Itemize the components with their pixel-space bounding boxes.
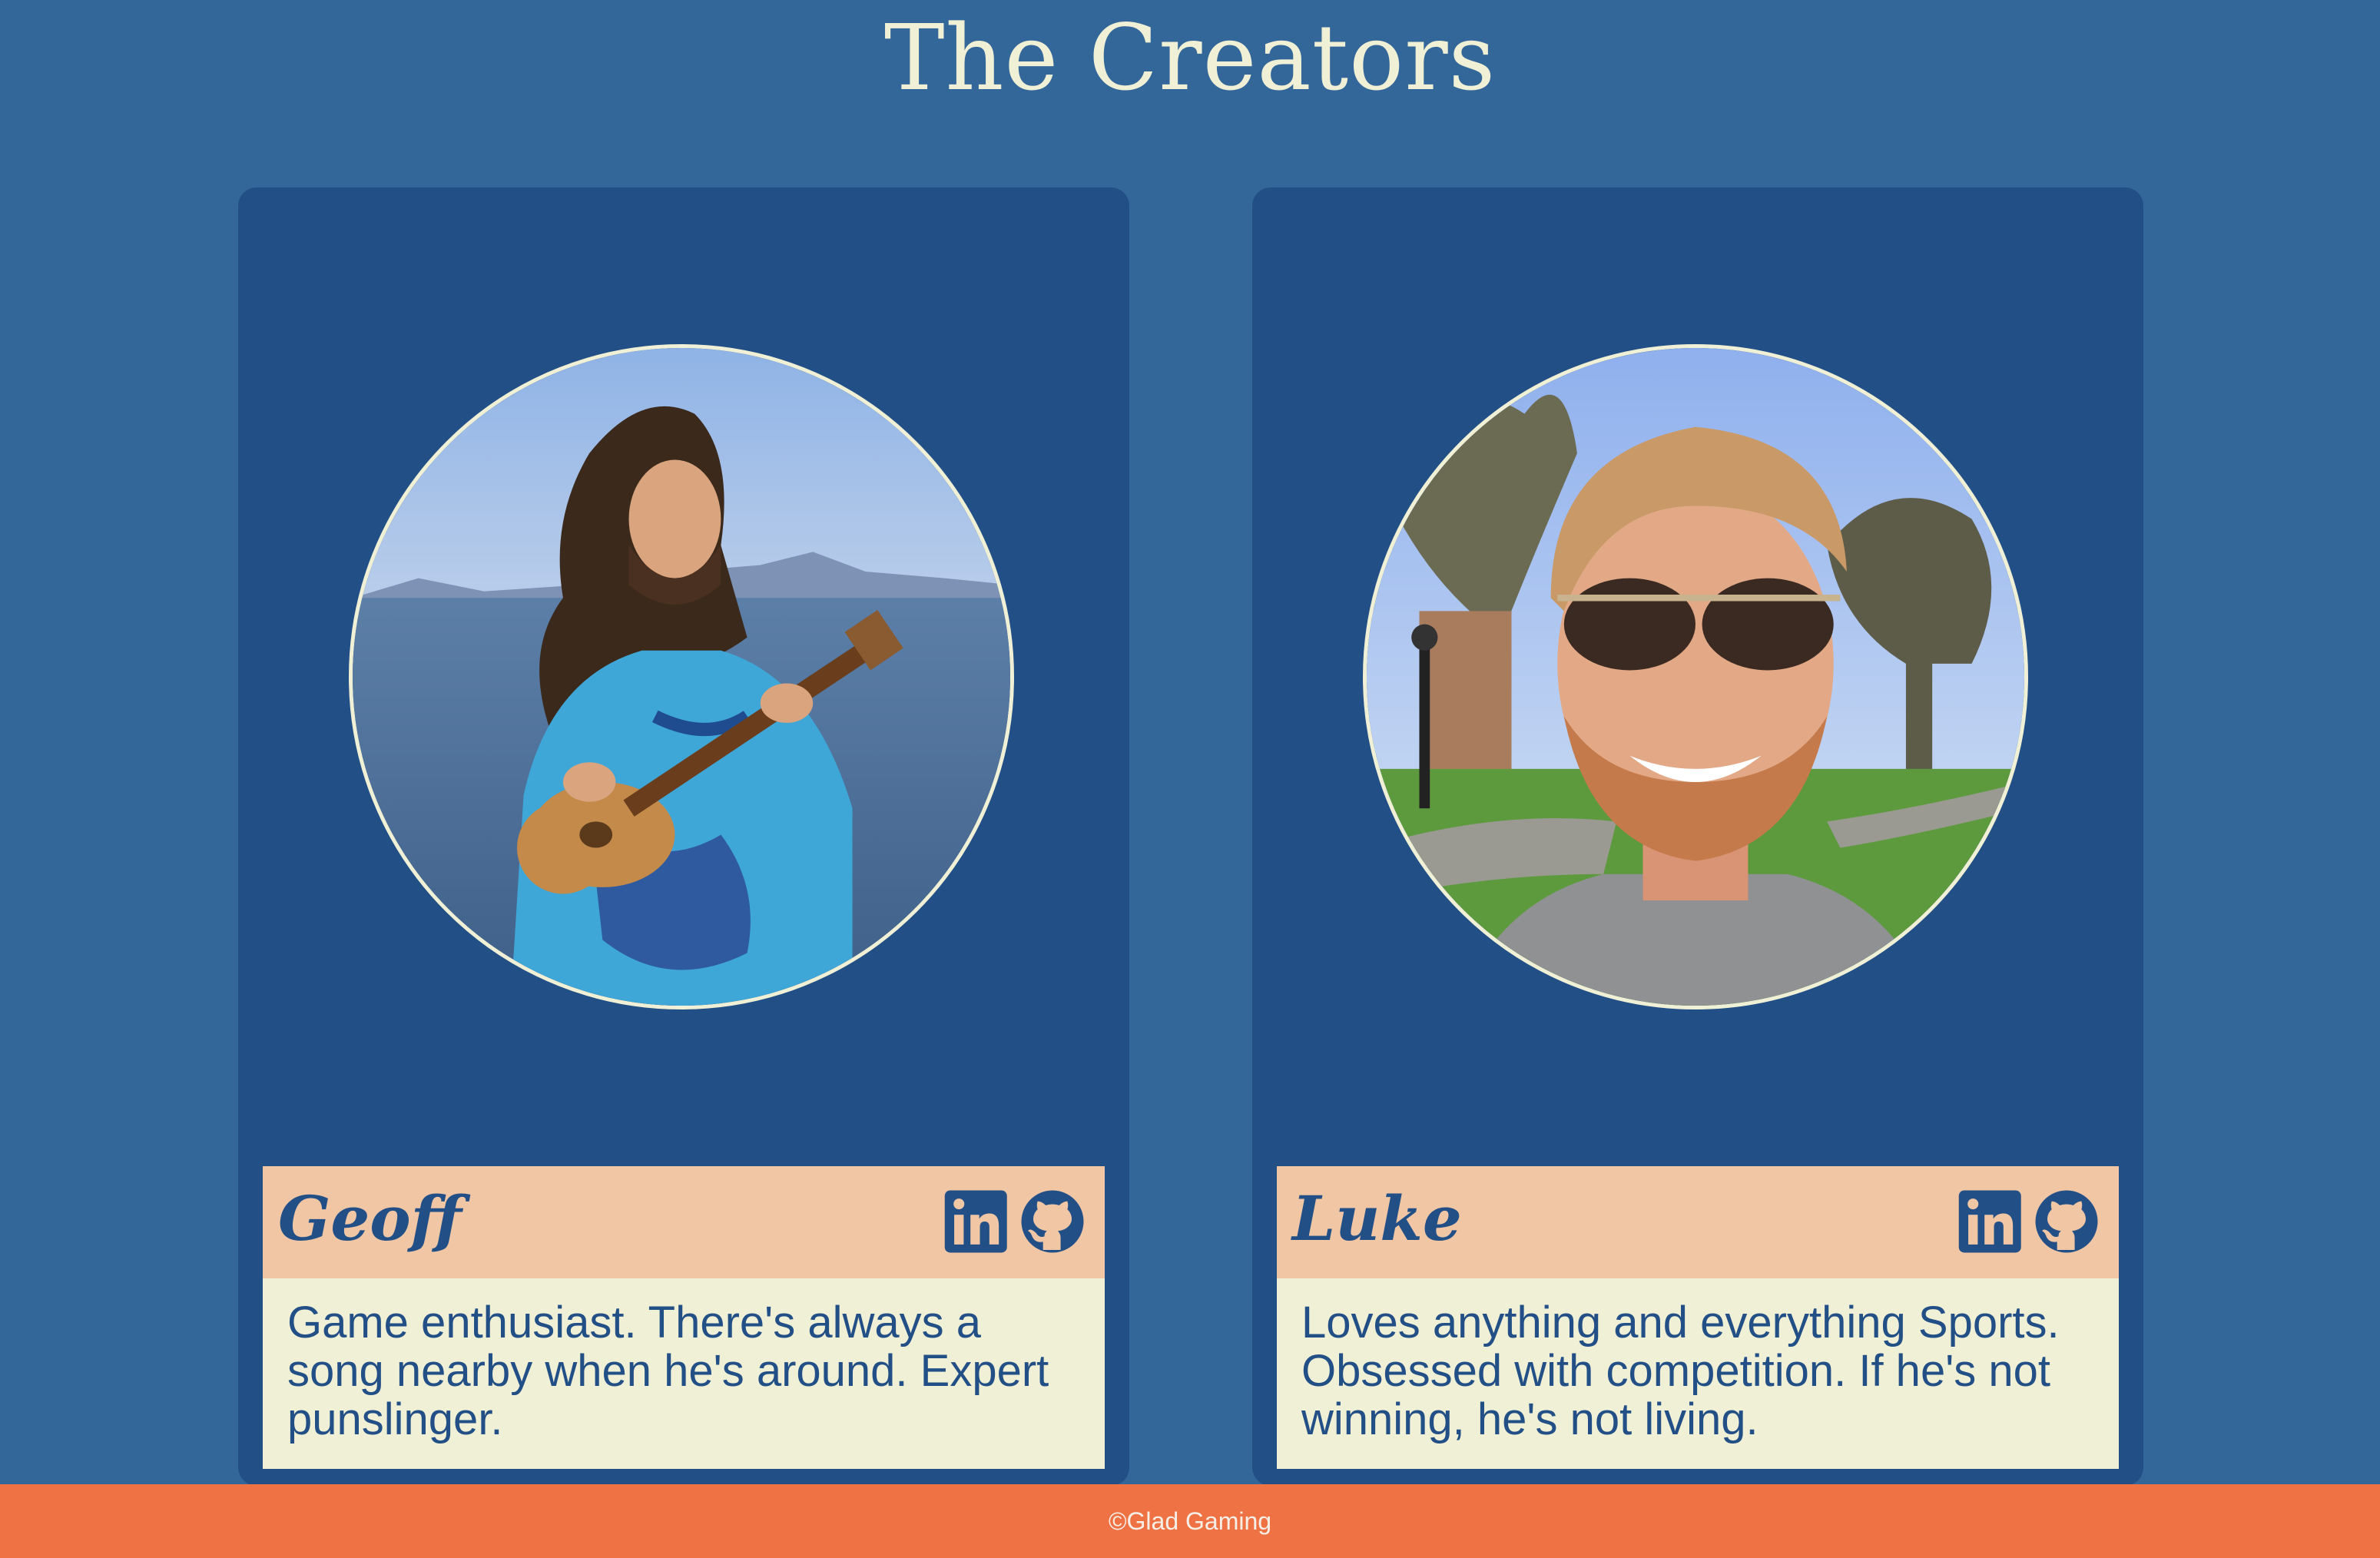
creator-name: Luke — [1292, 1182, 1462, 1255]
creator-card-geoff: Geoff Game enthusiast. There's always a … — [238, 187, 1129, 1486]
linkedin-icon[interactable] — [1957, 1188, 2025, 1255]
creator-photo-geoff — [349, 344, 1014, 1009]
footer-copyright: ©Glad Gaming — [1108, 1507, 1272, 1535]
social-links — [1957, 1188, 2100, 1255]
creator-bio: Loves anything and everything Sports. Ob… — [1277, 1278, 2119, 1469]
page-title: The Creators — [883, 5, 1497, 111]
social-links — [943, 1188, 1086, 1255]
footer: ©Glad Gaming — [0, 1484, 2380, 1558]
page: The Creators Geoff Game enthusiast. Ther… — [0, 0, 2380, 1558]
creator-card-luke: Luke Loves anything and everything Sport… — [1252, 187, 2143, 1486]
creator-name: Geoff — [278, 1182, 462, 1255]
github-icon[interactable] — [2033, 1188, 2100, 1255]
creator-bio: Game enthusiast. There's always a song n… — [263, 1278, 1105, 1469]
creator-photo-luke — [1363, 344, 2028, 1009]
creator-name-bar: Geoff — [263, 1166, 1105, 1278]
creator-name-bar: Luke — [1277, 1166, 2119, 1278]
github-icon[interactable] — [1019, 1188, 1086, 1255]
linkedin-icon[interactable] — [943, 1188, 1011, 1255]
